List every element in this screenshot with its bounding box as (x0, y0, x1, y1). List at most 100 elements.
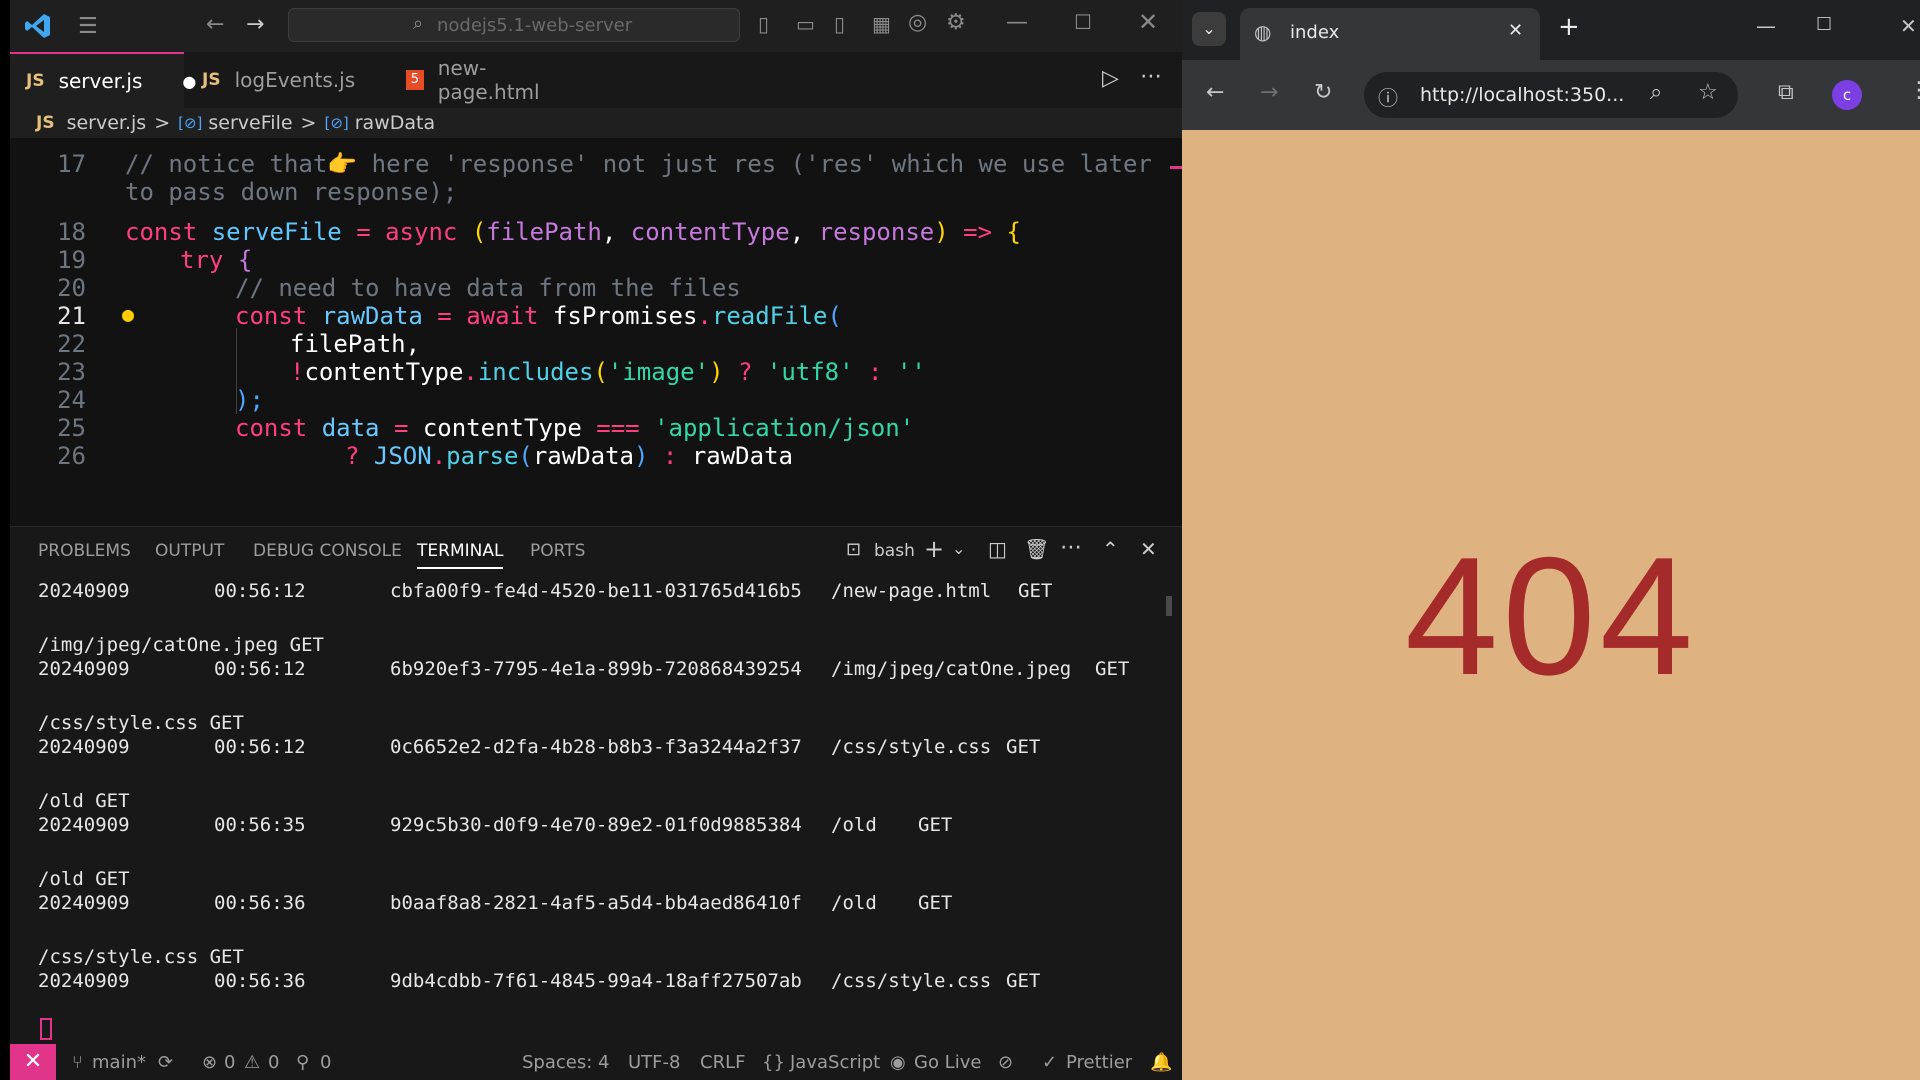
forward-arrow-icon[interactable]: → (1260, 80, 1278, 105)
token: rawData (321, 302, 423, 330)
copilot-icon[interactable]: ⊘ (998, 1052, 1013, 1073)
tab-problems[interactable]: PROBLEMS (38, 541, 131, 561)
maximize-icon[interactable]: ☐ (1816, 14, 1832, 35)
tab-ports[interactable]: PORTS (530, 541, 585, 561)
globe-icon: ◍ (1254, 20, 1272, 44)
encoding[interactable]: UTF-8 (628, 1052, 680, 1073)
code-editor[interactable]: 17 18 19 20 21 22 23 24 25 26 // notice … (10, 138, 1182, 526)
token: contentType (304, 358, 464, 386)
maximize-icon[interactable]: ☐ (1074, 10, 1092, 34)
profile-avatar[interactable]: c (1832, 80, 1862, 110)
token: readFile (711, 302, 828, 330)
log-method: GET (1006, 970, 1041, 992)
page-content: 404 (1182, 130, 1920, 1080)
lightbulb-icon[interactable]: ● (122, 302, 134, 326)
close-window-icon[interactable]: ✕ (1900, 14, 1917, 38)
line-number: 20 (57, 274, 86, 302)
split-terminal-icon[interactable]: ◫ (988, 537, 1007, 561)
end-of-line[interactable]: CRLF (700, 1052, 745, 1073)
terminal-scrollbar[interactable] (1166, 596, 1172, 616)
maximize-panel-chevron-up-icon[interactable]: ⌃ (1102, 537, 1119, 561)
chevron-down-icon[interactable]: ⌄ (952, 539, 965, 558)
command-center-search[interactable]: ⌕ nodejs5.1-web-server (288, 8, 740, 42)
sync-icon[interactable]: ⟳ (158, 1052, 173, 1073)
breadcrumb-file[interactable]: server.js (67, 112, 147, 134)
breadcrumb-separator: > (154, 112, 171, 134)
token: rawData (532, 442, 635, 470)
tab-label: new-page.html (437, 56, 540, 104)
back-arrow-icon[interactable]: ← (206, 12, 224, 37)
settings-gear-icon[interactable]: ⚙ (946, 10, 966, 35)
site-info-icon[interactable]: ⓘ (1378, 82, 1398, 111)
minimap-marker (1170, 166, 1182, 169)
git-branch[interactable]: main* (92, 1052, 146, 1073)
terminal-output[interactable]: 20240909 00:56:12 cbfa00f9-fe4d-4520-be1… (10, 576, 1182, 1044)
layout-icon[interactable]: ▦ (872, 12, 891, 36)
menu-icon[interactable]: ☰ (78, 14, 98, 39)
run-play-icon[interactable]: ▷ (1102, 66, 1119, 91)
trash-icon[interactable]: 🗑 (1024, 537, 1049, 561)
address-bar[interactable]: ⓘ http://localhost:350... ⌕ ☆ (1364, 72, 1738, 118)
error-count[interactable]: 0 (224, 1052, 235, 1073)
log-id: 6b920ef3-7795-4e1a-899b-720868439254 (390, 658, 802, 680)
bell-icon[interactable]: 🔔 (1150, 1052, 1172, 1073)
indentation[interactable]: Spaces: 4 (522, 1052, 609, 1073)
shell-name[interactable]: bash (874, 541, 915, 561)
close-window-icon[interactable]: ✕ (1138, 8, 1158, 36)
language-mode[interactable]: JavaScript (790, 1052, 880, 1073)
close-tab-icon[interactable]: ✕ (1508, 20, 1523, 41)
toggle-secondary-sidebar-icon[interactable]: ▯ (834, 12, 845, 36)
search-icon: ⌕ (413, 13, 424, 34)
minimize-icon[interactable]: — (1756, 14, 1776, 38)
go-live[interactable]: Go Live (914, 1052, 981, 1073)
token: ? (723, 358, 767, 386)
more-icon[interactable]: ⋯ (1060, 535, 1082, 560)
tab-search-chevron-down-icon[interactable]: ⌄ (1192, 12, 1226, 46)
account-icon[interactable]: ◎ (908, 10, 927, 35)
breadcrumb-servefile[interactable]: serveFile (208, 112, 292, 134)
browser-tab[interactable]: ◍ index ✕ (1240, 8, 1540, 60)
tab-terminal[interactable]: TERMINAL (417, 541, 504, 569)
line-number: 22 (57, 330, 86, 358)
code-line-25: const data = contentType === 'applicatio… (235, 414, 914, 442)
code-line-17: // notice that👉 here 'response' not just… (125, 150, 1152, 178)
log-time: 00:56:35 (214, 814, 306, 836)
terminal-cursor (40, 1018, 52, 1040)
code-line-17-wrap: to pass down response); (125, 178, 458, 206)
breadcrumb-rawdata[interactable]: rawData (355, 112, 435, 134)
new-tab-plus-icon[interactable]: + (1558, 12, 1580, 42)
variable-symbol-icon: [⊘] (324, 114, 349, 132)
tab-output[interactable]: OUTPUT (155, 541, 224, 561)
ports-count[interactable]: 0 (320, 1052, 331, 1073)
terminal-icon: ⊡ (846, 539, 862, 560)
extensions-puzzle-icon[interactable]: ⧉ (1778, 80, 1794, 105)
close-panel-icon[interactable]: ✕ (1140, 537, 1157, 561)
line-number: 26 (57, 442, 86, 470)
toggle-sidebar-icon[interactable]: ▯ (758, 12, 769, 36)
kebab-menu-icon[interactable]: ⋮ (1908, 78, 1920, 103)
token: = (379, 414, 423, 442)
token: const (235, 302, 308, 330)
toggle-panel-icon[interactable]: ▭ (796, 12, 815, 36)
tab-new-page-html[interactable]: 5 new-page.html (376, 52, 586, 108)
tab-debug-console[interactable]: DEBUG CONSOLE (253, 541, 402, 561)
zoom-icon[interactable]: ⌕ (1650, 80, 1662, 105)
prettier[interactable]: Prettier (1066, 1052, 1132, 1073)
editor-tabs: JS server.js ● JS logEvents.js 5 new-pag… (10, 52, 1182, 108)
token: { (237, 246, 253, 274)
bookmark-star-icon[interactable]: ☆ (1698, 80, 1718, 105)
remote-indicator[interactable]: ✕ (10, 1044, 56, 1080)
new-terminal-plus-icon[interactable]: + (924, 535, 944, 563)
forward-arrow-icon[interactable]: → (246, 12, 264, 37)
warning-count[interactable]: 0 (268, 1052, 279, 1073)
back-arrow-icon[interactable]: ← (1206, 80, 1224, 105)
url-text[interactable]: http://localhost:350... (1420, 84, 1624, 106)
token: filePath (486, 218, 602, 246)
more-actions-icon[interactable]: ⋯ (1140, 64, 1162, 89)
token: ) (934, 218, 949, 246)
tab-logevents-js[interactable]: JS logEvents.js (186, 52, 374, 108)
minimize-icon[interactable]: — (1006, 10, 1028, 35)
token: . (431, 442, 447, 470)
reload-icon[interactable]: ↻ (1314, 80, 1332, 105)
tab-server-js[interactable]: JS server.js ● (10, 52, 196, 108)
